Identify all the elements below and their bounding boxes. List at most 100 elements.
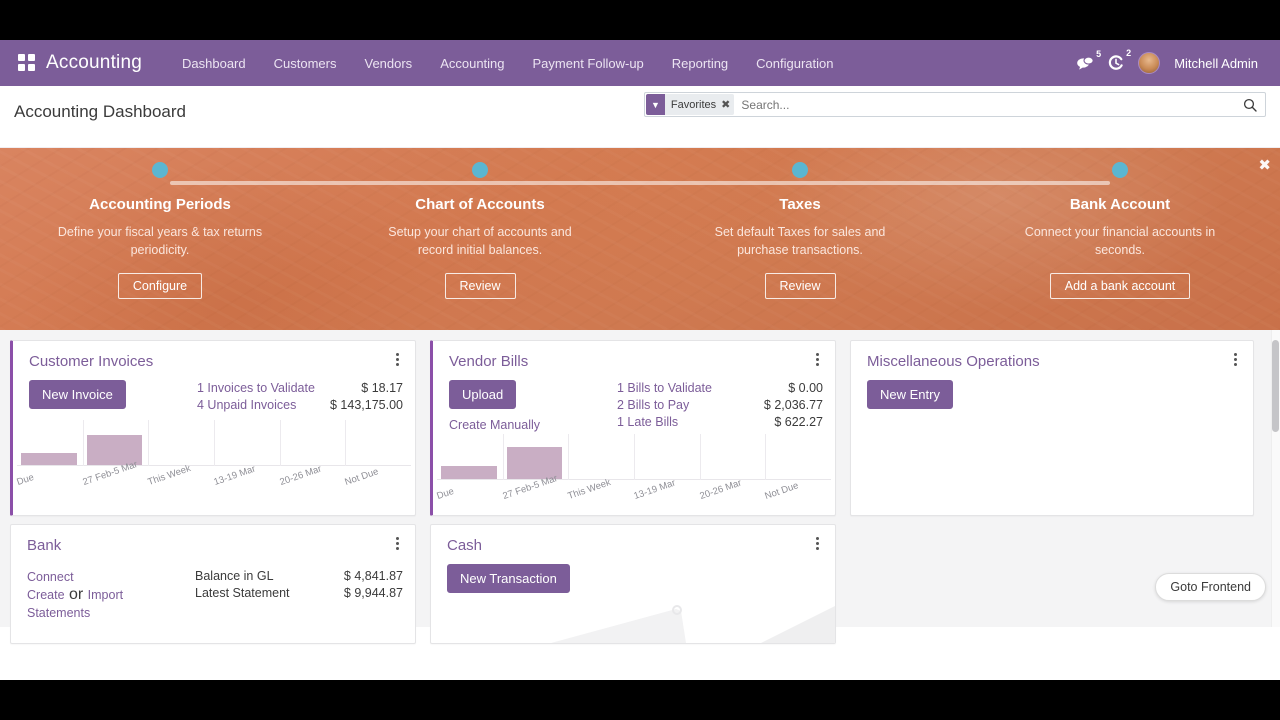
- card-title[interactable]: Cash: [447, 537, 482, 554]
- chart-bar[interactable]: [441, 465, 497, 479]
- main-menu: Dashboard Customers Vendors Accounting P…: [168, 50, 847, 77]
- menu-item-vendors[interactable]: Vendors: [350, 50, 426, 77]
- kebab-menu-icon[interactable]: [811, 353, 823, 368]
- step-dot-icon: [792, 162, 808, 178]
- stat-label[interactable]: 4 Unpaid Invoices: [197, 397, 296, 414]
- facet-label-wrap: Favorites ✖: [664, 94, 735, 115]
- chart-bar[interactable]: [21, 452, 77, 465]
- step-description: Define your fiscal years & tax returns p…: [57, 225, 263, 257]
- card-title[interactable]: Customer Invoices: [29, 353, 153, 370]
- search-facet-favorites[interactable]: ▼ Favorites ✖: [646, 94, 735, 115]
- step-title: Accounting Periods: [89, 196, 231, 213]
- card-body: New Transaction: [431, 554, 835, 593]
- chart-gridline: [765, 434, 767, 480]
- chart-gridline: [148, 420, 150, 466]
- menu-item-customers[interactable]: Customers: [260, 50, 351, 77]
- search-box[interactable]: ▼ Favorites ✖: [644, 92, 1266, 117]
- avatar[interactable]: [1138, 52, 1161, 74]
- step-title: Taxes: [779, 196, 821, 213]
- stat-value: $ 9,944.87: [343, 586, 403, 600]
- page-title: Accounting Dashboard: [14, 102, 187, 121]
- app-brand-title[interactable]: Accounting: [46, 52, 142, 74]
- chart-gridline: [568, 434, 570, 480]
- kebab-menu-icon[interactable]: [1229, 353, 1241, 368]
- decorative-watermark-icon: [431, 599, 835, 643]
- activities-button[interactable]: 2: [1108, 48, 1134, 71]
- stat-row: 1 Late Bills $ 622.27: [617, 414, 823, 431]
- stat-label[interactable]: 1 Invoices to Validate: [197, 380, 315, 397]
- menu-item-accounting[interactable]: Accounting: [426, 50, 518, 77]
- chart-gridline: [279, 420, 281, 466]
- onboarding-steps: Accounting Periods Define your fiscal ye…: [0, 148, 1280, 299]
- create-manually-link[interactable]: Create Manually: [449, 418, 617, 432]
- step-title: Chart of Accounts: [415, 196, 545, 213]
- clock-activity-icon: [1108, 55, 1123, 70]
- chart-gridline: [345, 420, 347, 466]
- kebab-menu-icon[interactable]: [811, 537, 823, 552]
- stat-row: Balance in GL $ 4,841.87: [195, 568, 403, 585]
- new-invoice-button[interactable]: New Invoice: [29, 380, 126, 409]
- add-bank-account-button[interactable]: Add a bank account: [1049, 273, 1191, 299]
- stat-label[interactable]: 1 Bills to Validate: [617, 380, 712, 397]
- menu-item-configuration[interactable]: Configuration: [742, 50, 847, 77]
- step-dot-icon: [152, 162, 168, 178]
- menu-item-dashboard[interactable]: Dashboard: [168, 50, 260, 77]
- card-body: New Entry: [851, 370, 1253, 409]
- dashboard-row-2: Bank Connect Create or Import Statements…: [10, 524, 1270, 644]
- configure-button[interactable]: Configure: [117, 273, 203, 299]
- import-link[interactable]: Import: [88, 588, 123, 602]
- card-stats: 1 Invoices to Validate $ 18.17 4 Unpaid …: [197, 380, 403, 414]
- apps-grid-icon[interactable]: [18, 54, 36, 72]
- create-import-line: Create or Import: [27, 586, 195, 604]
- chart-x-label: 13-19 Mar: [212, 463, 257, 488]
- card-misc-operations: Miscellaneous Operations New Entry: [850, 340, 1254, 516]
- stat-value: $ 622.27: [774, 415, 823, 429]
- goto-frontend-button[interactable]: Goto Frontend: [1155, 573, 1266, 601]
- card-title[interactable]: Bank: [27, 537, 61, 554]
- chart-x-label: Due: [15, 471, 36, 488]
- messages-button[interactable]: 5: [1077, 48, 1104, 71]
- upload-button[interactable]: Upload: [449, 380, 517, 409]
- chart-gridline: [502, 434, 504, 480]
- user-menu-label[interactable]: Mitchell Admin: [1174, 56, 1258, 71]
- chart-x-label: Not Due: [343, 466, 381, 488]
- stat-row: 1 Bills to Validate $ 0.00: [617, 380, 823, 397]
- create-link[interactable]: Create: [27, 588, 65, 602]
- kebab-menu-icon[interactable]: [391, 353, 403, 368]
- top-navbar: Accounting Dashboard Customers Vendors A…: [0, 40, 1280, 86]
- card-header: Miscellaneous Operations: [851, 341, 1253, 370]
- kebab-menu-icon[interactable]: [391, 537, 403, 552]
- statements-link[interactable]: Statements: [27, 604, 195, 622]
- stat-label[interactable]: 2 Bills to Pay: [617, 397, 689, 414]
- scrollbar-thumb[interactable]: [1272, 340, 1279, 432]
- stat-row: 1 Invoices to Validate $ 18.17: [197, 380, 403, 397]
- new-entry-button[interactable]: New Entry: [867, 380, 953, 409]
- card-title[interactable]: Vendor Bills: [449, 353, 528, 370]
- navbar-right-tools: 5 2 Mitchell Admin: [1077, 48, 1268, 74]
- chart-gridline: [634, 434, 635, 480]
- vertical-scrollbar[interactable]: [1271, 330, 1280, 627]
- card-title[interactable]: Miscellaneous Operations: [867, 353, 1040, 370]
- close-x-icon[interactable]: ✖: [721, 98, 730, 111]
- menu-item-payment-follow-up[interactable]: Payment Follow-up: [519, 50, 658, 77]
- chart-x-label: Due: [435, 485, 456, 502]
- step-dot-icon: [1112, 162, 1128, 178]
- menu-item-reporting[interactable]: Reporting: [658, 50, 742, 77]
- search-icon[interactable]: [1235, 93, 1265, 116]
- review-taxes-button[interactable]: Review: [764, 273, 836, 299]
- card-stats: Balance in GL $ 4,841.87 Latest Statemen…: [195, 568, 403, 622]
- step-title: Bank Account: [1069, 196, 1171, 213]
- onboarding-step-accounting-periods: Accounting Periods Define your fiscal ye…: [0, 148, 320, 299]
- onboarding-banner: ✖ Accounting Periods Define your fiscal …: [0, 148, 1280, 330]
- card-header: Vendor Bills: [433, 341, 835, 370]
- stat-label[interactable]: 1 Late Bills: [617, 414, 678, 431]
- search-input[interactable]: [734, 93, 1235, 116]
- chart-x-label: 13-19 Mar: [632, 477, 677, 502]
- review-chart-button[interactable]: Review: [444, 273, 516, 299]
- chart-x-label: This Week: [566, 477, 613, 502]
- onboarding-step-bank-account: Bank Account Connect your financial acco…: [960, 148, 1280, 299]
- card-body: Connect Create or Import Statements Bala…: [11, 554, 415, 622]
- connect-link[interactable]: Connect: [27, 568, 195, 586]
- card-vendor-bills: Vendor Bills Upload Create Manually 1 Bi…: [430, 340, 836, 516]
- new-transaction-button[interactable]: New Transaction: [447, 564, 570, 593]
